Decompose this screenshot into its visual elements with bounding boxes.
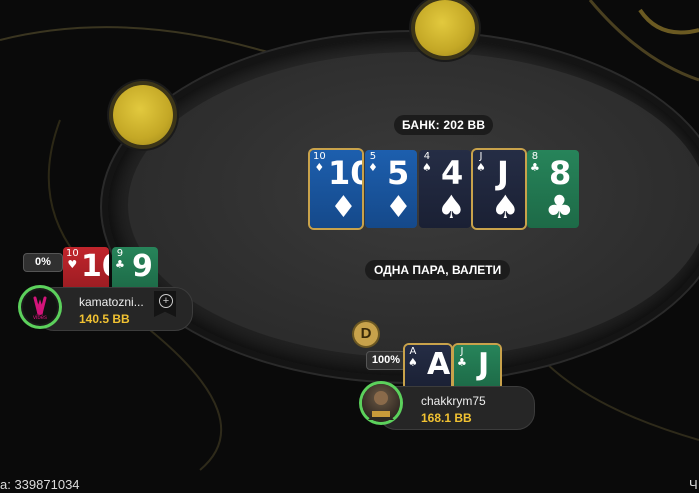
hero-avatar[interactable] <box>362 384 400 422</box>
hero-card-1-rank: A <box>427 347 451 382</box>
board-card-5-rank: 8 <box>549 154 572 192</box>
board-card-3: 4 ♠ 4 ♠ <box>419 150 471 228</box>
board-card-2-suit: ♦ <box>385 190 412 225</box>
hero-stack: 168.1 BB <box>421 411 472 425</box>
footer-right-label: Ч <box>689 477 698 492</box>
dealer-button: D <box>354 322 378 346</box>
board-card-3-suit: ♠ <box>437 188 466 226</box>
board-card-1-suit: ♦ <box>330 190 357 225</box>
hero-name: chakkrym75 <box>421 394 486 408</box>
hero-avatar-photo-icon <box>368 391 394 420</box>
left-player-avatar[interactable]: vibes <box>21 288 59 326</box>
board-card-2: 5 ♦ 5 ♦ <box>365 150 417 228</box>
hero-card-2: J ♣ J <box>454 345 500 389</box>
left-player-stack: 140.5 BB <box>79 312 130 326</box>
board-card-4-index: J ♠ <box>476 151 486 174</box>
left-player-card-2-index: 9 ♣ <box>115 248 125 271</box>
left-player-card-1-index: 10 ♥ <box>66 248 79 271</box>
hero-card-2-index: J ♣ <box>457 346 467 369</box>
left-player-card-2-rank: 9 <box>132 249 153 284</box>
board-card-3-rank: 4 <box>441 154 464 192</box>
hero-card-1: A ♠ A <box>405 345 451 389</box>
board-card-4-rank: J <box>497 154 509 192</box>
hero-card-1-index: A ♠ <box>408 346 418 369</box>
left-player-card-1: 10♥ 10 <box>63 247 109 291</box>
left-player-card-1-rank: 10 <box>81 249 109 284</box>
left-player-name: kamatozni... <box>79 295 144 309</box>
board-card-1-index: 10 ♦ <box>313 151 326 174</box>
board-card-4: J ♠ J ♠ <box>473 150 525 228</box>
hand-rank-label: ОДНА ПАРА, ВАЛЕТИ <box>365 260 511 280</box>
board-card-5-index: 8 ♣ <box>530 151 540 174</box>
board-card-1: 10 ♦ 10 ♦ <box>310 150 362 228</box>
left-player-card-2: 9 ♣ 9 <box>112 247 158 291</box>
empty-seat-top[interactable] <box>415 0 475 56</box>
board-card-5-suit: ♣ <box>545 188 574 226</box>
left-player-equity: 0% <box>23 253 63 272</box>
board-card-2-rank: 5 <box>387 154 410 192</box>
board-card-1-rank: 10 <box>328 154 362 192</box>
board-card-2-index: 5 ♦ <box>368 151 378 174</box>
empty-seat-left[interactable] <box>113 85 173 145</box>
board-card-4-suit: ♠ <box>491 188 520 226</box>
board-card-5: 8 ♣ 8 ♣ <box>527 150 579 228</box>
hero-equity: 100% <box>366 351 406 370</box>
hero-nameplate[interactable]: chakkrym75 168.1 BB <box>378 386 535 430</box>
hand-id-label: а: 339871034 <box>0 477 80 492</box>
pot-total: БАНК: 202 BB <box>394 115 494 135</box>
board-card-3-index: 4 ♠ <box>422 151 432 174</box>
hero-card-2-rank: J <box>478 347 490 382</box>
left-player-avatar-text: vibes <box>32 315 47 321</box>
